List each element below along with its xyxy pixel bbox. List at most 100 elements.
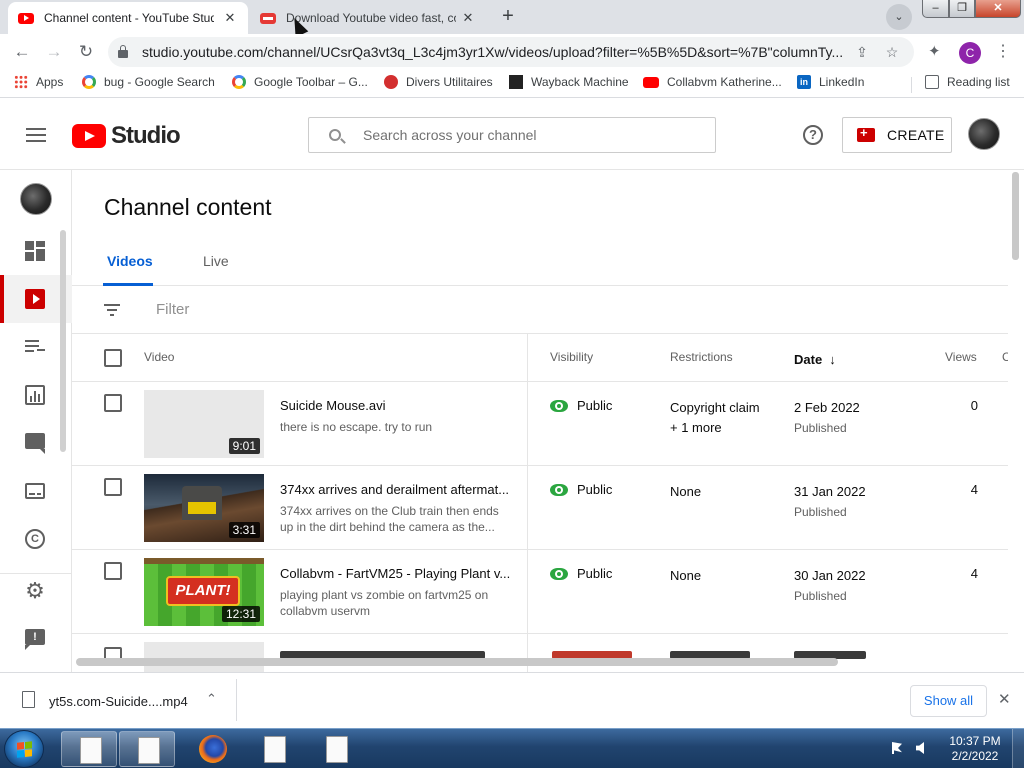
bookmark-divers-utilitaires[interactable]: Divers Utilitaires [384, 75, 493, 89]
sidebar-item-settings[interactable]: ⚙ [0, 567, 72, 615]
share-icon[interactable]: ⇪ [852, 44, 872, 61]
new-tab-button[interactable]: + [496, 6, 520, 28]
column-visibility[interactable]: Visibility [550, 350, 593, 364]
video-thumbnail[interactable]: 9:01 [144, 390, 264, 458]
column-comments[interactable]: C [1002, 350, 1008, 364]
bookmark-wayback-machine[interactable]: Wayback Machine [509, 75, 629, 89]
show-desktop-button[interactable] [1012, 729, 1024, 768]
sidebar-item-subtitles[interactable] [0, 467, 72, 515]
bookmark-star-icon[interactable]: ☆ [882, 44, 902, 61]
bookmark-label: Wayback Machine [531, 75, 629, 89]
taskbar-document-2[interactable] [119, 731, 175, 767]
horizontal-scrollbar[interactable] [76, 658, 838, 666]
bookmark-label: LinkedIn [819, 75, 865, 89]
sidebar-scrollbar[interactable] [60, 230, 66, 452]
date-value: 2 Feb 2022 [794, 400, 860, 415]
tab-videos[interactable]: Videos [103, 253, 153, 286]
taskbar-document-4[interactable] [308, 731, 364, 767]
video-title[interactable]: 374xx arrives and derailment aftermat... [280, 482, 515, 497]
bookmark-collabvm[interactable]: Collabvm Katherine... [643, 75, 782, 89]
visibility-label: Public [577, 566, 613, 581]
tab-live[interactable]: Live [203, 253, 229, 286]
close-tab-icon[interactable]: ✕ [460, 10, 476, 26]
back-arrow-icon[interactable]: ← [6, 42, 38, 62]
download-filename[interactable]: yt5s.com-Suicide....mp4 [49, 694, 188, 709]
video-thumbnail[interactable]: PLANT! 12:31 [144, 558, 264, 626]
video-title[interactable]: Collabvm - FartVM25 - Playing Plant v... [280, 566, 515, 581]
column-restrictions[interactable]: Restrictions [670, 350, 733, 364]
profile-avatar-icon[interactable]: C [959, 42, 981, 64]
account-avatar[interactable] [968, 118, 1000, 150]
close-icon[interactable]: ✕ [998, 690, 1011, 708]
lock-icon[interactable] [118, 45, 128, 58]
youtube-studio-logo[interactable]: Studio [72, 122, 181, 150]
hamburger-menu-icon[interactable] [26, 128, 46, 142]
bookmark-linkedin[interactable]: in LinkedIn [797, 75, 864, 89]
bookmark-reading-list[interactable]: Reading list [925, 75, 1010, 89]
search-input[interactable] [363, 127, 693, 143]
windows-taskbar: 10:37 PM 2/2/2022 [0, 728, 1024, 768]
table-row[interactable]: PLANT! 12:31 Collabvm - FartVM25 - Playi… [72, 550, 1008, 634]
extensions-puzzle-icon[interactable]: ✦ [928, 42, 941, 60]
table-row[interactable]: 3:31 374xx arrives and derailment afterm… [72, 466, 1008, 550]
video-duration: 12:31 [221, 606, 260, 622]
vertical-scrollbar[interactable] [1012, 172, 1019, 260]
chevron-up-icon[interactable]: ⌃ [206, 691, 217, 707]
chrome-menu-icon[interactable]: ⋮ [995, 42, 1011, 62]
forward-arrow-icon[interactable]: → [38, 42, 70, 62]
youtube-icon [643, 76, 659, 88]
row-checkbox[interactable] [104, 394, 122, 412]
sidebar-item-copyright[interactable]: C [0, 515, 72, 563]
channel-search-box[interactable] [308, 117, 716, 153]
taskbar-firefox[interactable] [184, 731, 240, 767]
column-views[interactable]: Views [945, 350, 977, 364]
tab-download-youtube[interactable]: Download Youtube video fast, co ✕ [250, 2, 486, 34]
minimize-button[interactable]: – [922, 0, 949, 18]
close-window-button[interactable]: ✕ [975, 0, 1021, 18]
tab-channel-content[interactable]: Channel content - YouTube Studio ✕ [8, 2, 248, 34]
window-controls: – ❐ ✕ [922, 0, 1021, 18]
close-tab-icon[interactable]: ✕ [222, 10, 238, 26]
address-bar[interactable]: studio.youtube.com/channel/UCsrQa3vt3q_L… [108, 37, 914, 67]
url-text[interactable]: studio.youtube.com/channel/UCsrQa3vt3q_L… [142, 44, 842, 60]
start-button[interactable] [4, 730, 44, 768]
visibility-cell[interactable]: Public [550, 566, 612, 581]
select-all-checkbox[interactable] [104, 349, 122, 367]
views-count: 4 [970, 482, 978, 497]
create-button[interactable]: CREATE [842, 117, 952, 153]
wayback-icon [509, 75, 523, 89]
video-thumbnail[interactable] [144, 642, 264, 672]
system-clock[interactable]: 10:37 PM 2/2/2022 [945, 734, 1005, 764]
logo-text: Studio [111, 122, 181, 149]
reload-icon[interactable]: ↻ [70, 42, 102, 62]
sidebar-item-feedback[interactable]: ! [0, 615, 72, 663]
row-checkbox[interactable] [104, 478, 122, 496]
maximize-button[interactable]: ❐ [949, 0, 975, 18]
action-center-flag-icon[interactable] [892, 742, 902, 754]
taskbar-document-3[interactable] [246, 731, 302, 767]
visibility-cell[interactable]: Public [550, 482, 612, 497]
tab-search-button[interactable]: ⌄ [886, 4, 912, 30]
row-checkbox[interactable] [104, 562, 122, 580]
filter-input[interactable]: Filter [156, 301, 189, 318]
comments-icon [25, 433, 45, 454]
filter-bar[interactable]: Filter [72, 286, 1008, 334]
help-icon[interactable]: ? [803, 125, 823, 145]
visibility-cell[interactable]: Public [550, 398, 612, 413]
volume-icon[interactable] [916, 742, 924, 754]
bookmark-google-toolbar[interactable]: Google Toolbar – G... [232, 75, 368, 89]
bookmark-bug-search[interactable]: bug - Google Search [82, 75, 215, 89]
show-all-button[interactable]: Show all [910, 685, 987, 717]
table-row-partial[interactable] [72, 634, 1008, 672]
video-thumbnail[interactable]: 3:31 [144, 474, 264, 542]
browser-tab-strip: Channel content - YouTube Studio ✕ Downl… [0, 0, 1024, 38]
column-date[interactable]: Date ↓ [794, 350, 836, 370]
filter-icon[interactable] [104, 304, 120, 316]
divers-icon [384, 75, 398, 89]
video-title[interactable]: Suicide Mouse.avi [280, 398, 515, 413]
restrictions-cell[interactable]: Copyright claim + 1 more [670, 398, 760, 438]
taskbar-document-1[interactable] [61, 731, 117, 767]
bookmark-apps[interactable]: Apps [14, 75, 63, 89]
table-row[interactable]: 9:01 Suicide Mouse.avi there is no escap… [72, 382, 1008, 466]
channel-avatar[interactable] [20, 183, 52, 215]
